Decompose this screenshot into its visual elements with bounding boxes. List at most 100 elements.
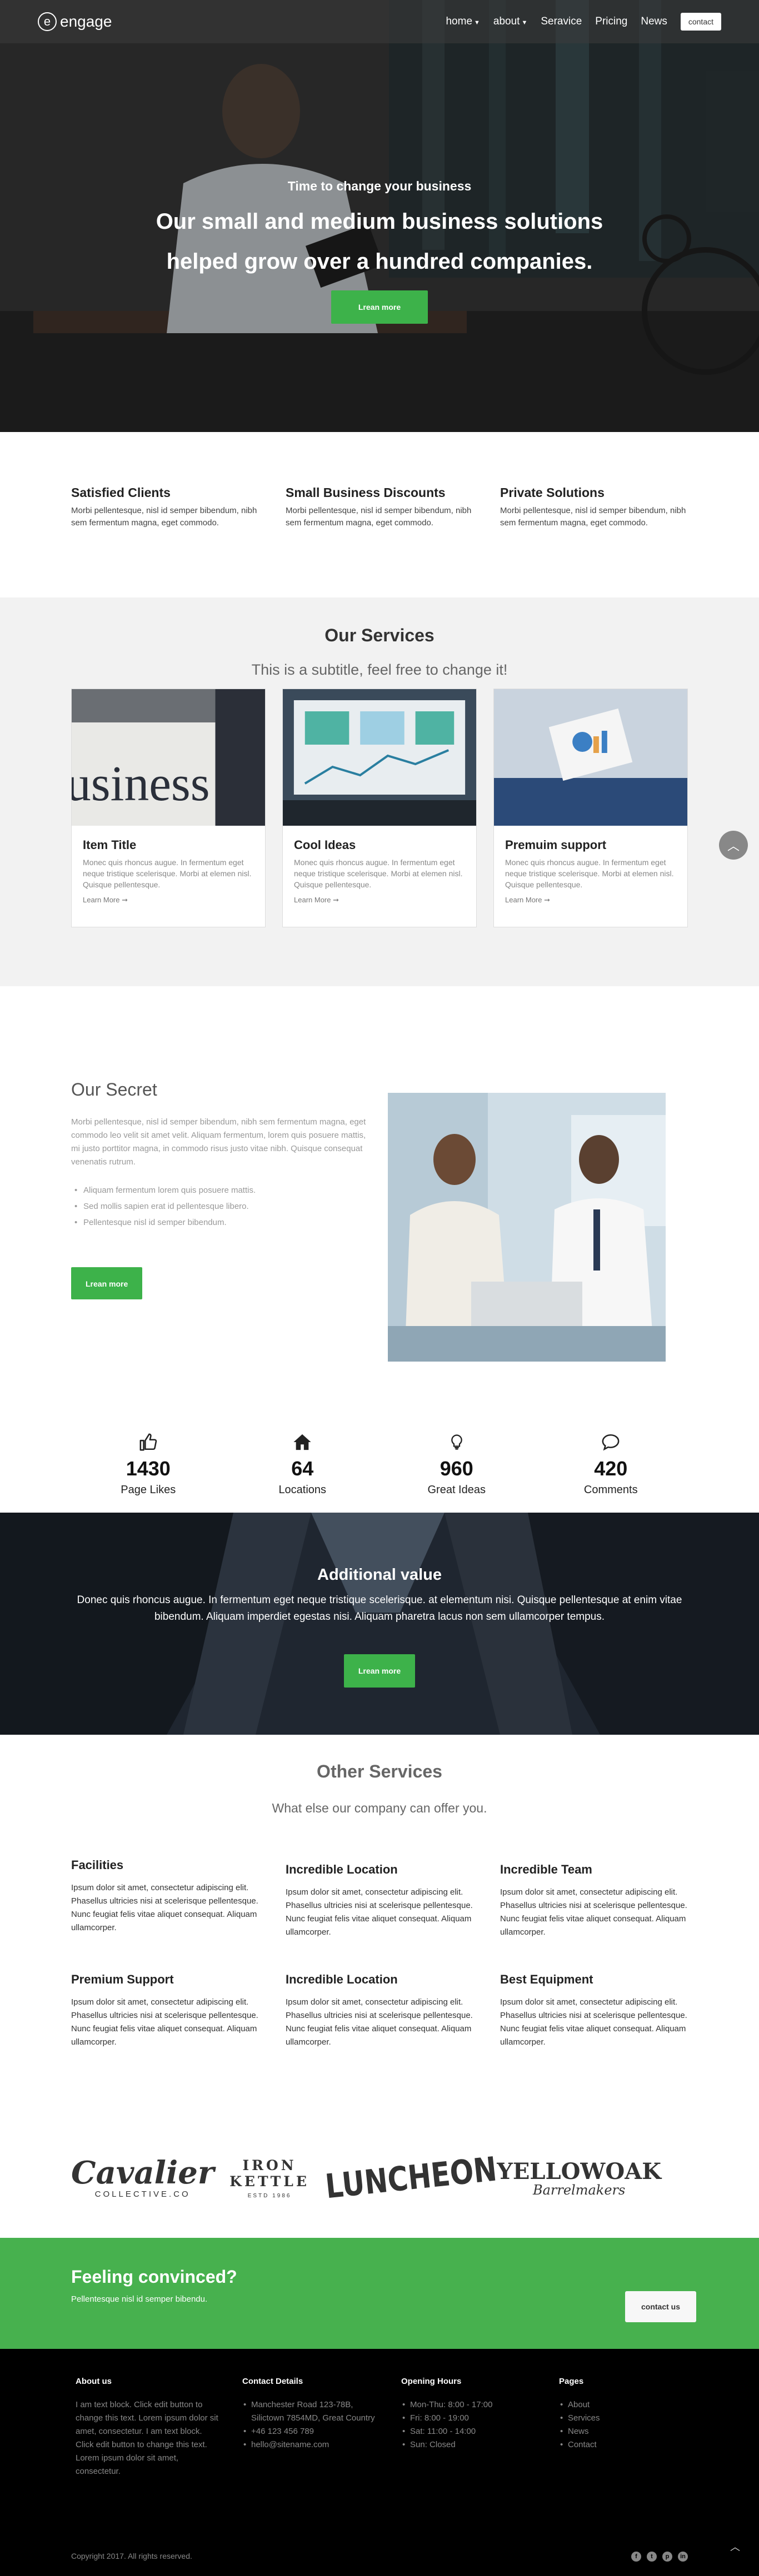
footer-contact-title: Contact Details	[242, 2377, 303, 2386]
services-subtitle: This is a subtitle, feel free to change …	[251, 661, 508, 678]
additional-content: Additional value Donec quis rhoncus augu…	[0, 1566, 759, 1688]
secret-list: Aliquam fermentum lorem quis posuere mat…	[71, 1186, 371, 1227]
footer: About us I am text block. Click edit but…	[0, 2349, 759, 2576]
footer-link-news[interactable]: News	[559, 2425, 600, 2438]
stat-label: Great Ideas	[427, 1484, 486, 1496]
brand-logo[interactable]: e engage	[38, 12, 112, 31]
feature-item: Private Solutions Morbi pellentesque, ni…	[500, 485, 688, 597]
list-item: Sat: 11:00 - 14:00	[401, 2425, 559, 2438]
stat-label: Comments	[583, 1484, 638, 1496]
secret-title: Our Secret	[71, 1079, 157, 1099]
other-item-text: Ipsum dolor sit amet, consectetur adipis…	[500, 1997, 687, 2047]
list-item: Aliquam fermentum lorem quis posuere mat…	[71, 1186, 371, 1195]
scroll-to-top-button[interactable]: ︿	[719, 831, 748, 860]
other-item-title: Premium Support	[71, 1972, 174, 1986]
stat-item: 960 Great Ideas	[379, 1433, 534, 1497]
footer-link-contact[interactable]: Contact	[559, 2438, 600, 2452]
other-service-item: Incredible Team Ipsum dolor sit amet, co…	[500, 1858, 688, 1939]
footer-contact-list: Manchester Road 123-78B, Silictown 7854M…	[242, 2398, 376, 2452]
comment-icon	[534, 1433, 688, 1455]
nav-service[interactable]: Seravice	[541, 16, 582, 28]
iron-kettle-logo: IRON KETTLE ESTD 1986	[229, 2157, 309, 2199]
card-learn-more-link[interactable]: Learn More ➞	[505, 896, 550, 905]
other-item-title: Facilities	[71, 1858, 124, 1872]
services-cards: usiness Item Title Monec quis rhoncus au…	[0, 689, 759, 927]
chevron-up-icon: ︿	[727, 839, 740, 853]
card-learn-more-link[interactable]: Learn More ➞	[294, 896, 339, 905]
back-to-top-icon[interactable]: ︿	[730, 2539, 740, 2554]
list-item: Pellentesque nisl id semper bibendum.	[71, 1218, 371, 1227]
footer-hours-title: Opening Hours	[401, 2377, 462, 2386]
footer-email[interactable]: hello@sitename.com	[242, 2438, 376, 2452]
linkedin-icon[interactable]: in	[678, 2552, 688, 2562]
service-card: usiness Item Title Monec quis rhoncus au…	[71, 689, 266, 927]
footer-pages-list: About Services News Contact	[559, 2398, 600, 2452]
luncheon-logo: LUNCHEON	[323, 2150, 499, 2206]
cta-section: Feeling convinced? Pellentesque nisl id …	[0, 2238, 759, 2349]
card-title: Cool Ideas	[294, 838, 356, 852]
pinterest-icon[interactable]: p	[662, 2552, 672, 2562]
home-icon	[226, 1433, 380, 1455]
other-title: Other Services	[317, 1761, 442, 1781]
list-item: Fri: 8:00 - 19:00	[401, 2412, 559, 2425]
svg-text:usiness: usiness	[72, 756, 210, 811]
stat-item: 420 Comments	[534, 1433, 688, 1497]
service-card: Cool Ideas Monec quis rhoncus augue. In …	[282, 689, 477, 927]
feature-title: Satisfied Clients	[71, 485, 171, 500]
other-item-text: Ipsum dolor sit amet, consectetur adipis…	[71, 1997, 258, 2047]
other-item-text: Ipsum dolor sit amet, consectetur adipis…	[286, 1997, 473, 2047]
footer-hours: Opening Hours Mon-Thu: 8:00 - 17:00 Fri:…	[401, 2377, 559, 2478]
list-item: Sed mollis sapien erat id pellentesque l…	[71, 1202, 371, 1211]
footer-phone[interactable]: +46 123 456 789	[242, 2425, 376, 2438]
card-learn-more-link[interactable]: Learn More ➞	[83, 896, 128, 905]
other-item-title: Best Equipment	[500, 1972, 593, 1986]
footer-contact: Contact Details Manchester Road 123-78B,…	[242, 2377, 401, 2478]
nav-about[interactable]: about ▼	[493, 16, 527, 28]
other-subtitle: What else our company can offer you.	[272, 1801, 487, 1815]
other-services-grid: Facilities Ipsum dolor sit amet, consect…	[0, 1858, 759, 2049]
additional-value-section: Additional value Donec quis rhoncus augu…	[0, 1513, 759, 1735]
other-service-item: Best Equipment Ipsum dolor sit amet, con…	[500, 1972, 688, 2049]
footer-link-services[interactable]: Services	[559, 2412, 600, 2425]
chevron-down-icon: ▼	[474, 19, 480, 26]
navbar: e engage home ▼ about ▼ Seravice Pricing N…	[0, 0, 759, 43]
feature-item: Small Business Discounts Morbi pellentes…	[286, 485, 473, 597]
card-text: Monec quis rhoncus augue. In fermentum e…	[83, 858, 252, 889]
footer-link-about[interactable]: About	[559, 2398, 600, 2412]
card-text: Monec quis rhoncus augue. In fermentum e…	[505, 858, 674, 889]
social-links: f t p in	[631, 2552, 688, 2562]
contact-us-button[interactable]: contact us	[625, 2291, 696, 2322]
list-item: Sun: Closed	[401, 2438, 559, 2452]
stat-value: 960	[440, 1457, 473, 1480]
business-meeting-image	[388, 1093, 666, 1362]
footer-columns: About us I am text block. Click edit but…	[0, 2349, 759, 2478]
nav-news[interactable]: News	[641, 16, 667, 28]
other-item-text: Ipsum dolor sit amet, consectetur adipis…	[286, 1887, 473, 1937]
feature-text: Morbi pellentesque, nisl id semper biben…	[500, 506, 686, 528]
facebook-icon[interactable]: f	[631, 2552, 641, 2562]
nav-links: home ▼ about ▼ Seravice Pricing News conta…	[446, 13, 721, 31]
nav-contact-button[interactable]: contact	[680, 13, 721, 31]
services-title: Our Services	[324, 625, 435, 645]
secret-text-block: Our Secret Morbi pellentesque, nisl id s…	[71, 1079, 371, 1299]
other-item-text: Ipsum dolor sit amet, consectetur adipis…	[71, 1883, 258, 1932]
additional-learn-more-button[interactable]: Lrean more	[343, 1654, 416, 1688]
stat-label: Page Likes	[121, 1484, 176, 1496]
feature-title: Small Business Discounts	[286, 485, 446, 500]
footer-pages: Pages About Services News Contact	[559, 2377, 600, 2478]
hero-learn-more-button[interactable]: Lrean more	[331, 290, 428, 324]
twitter-icon[interactable]: t	[647, 2552, 657, 2562]
secret-learn-more-button[interactable]: Lrean more	[71, 1267, 143, 1299]
thumbs-up-icon	[71, 1433, 226, 1455]
nav-pricing[interactable]: Pricing	[595, 16, 627, 28]
stats-row: 1430 Page Likes 64 Locations 960 Great I…	[71, 1433, 688, 1497]
hero-title-line2: helped grow over a hundred companies.	[166, 249, 593, 274]
cta-text: Pellentesque nisl id semper bibendu.	[71, 2294, 208, 2304]
footer-address: Manchester Road 123-78B, Silictown 7854M…	[242, 2398, 376, 2425]
stat-label: Locations	[278, 1484, 327, 1496]
secret-paragraph: Morbi pellentesque, nisl id semper biben…	[71, 1117, 366, 1167]
nav-home[interactable]: home ▼	[446, 16, 480, 28]
service-card: Premuim support Monec quis rhoncus augue…	[493, 689, 688, 927]
other-item-title: Incredible Location	[286, 1862, 398, 1876]
stat-value: 1430	[126, 1457, 171, 1480]
